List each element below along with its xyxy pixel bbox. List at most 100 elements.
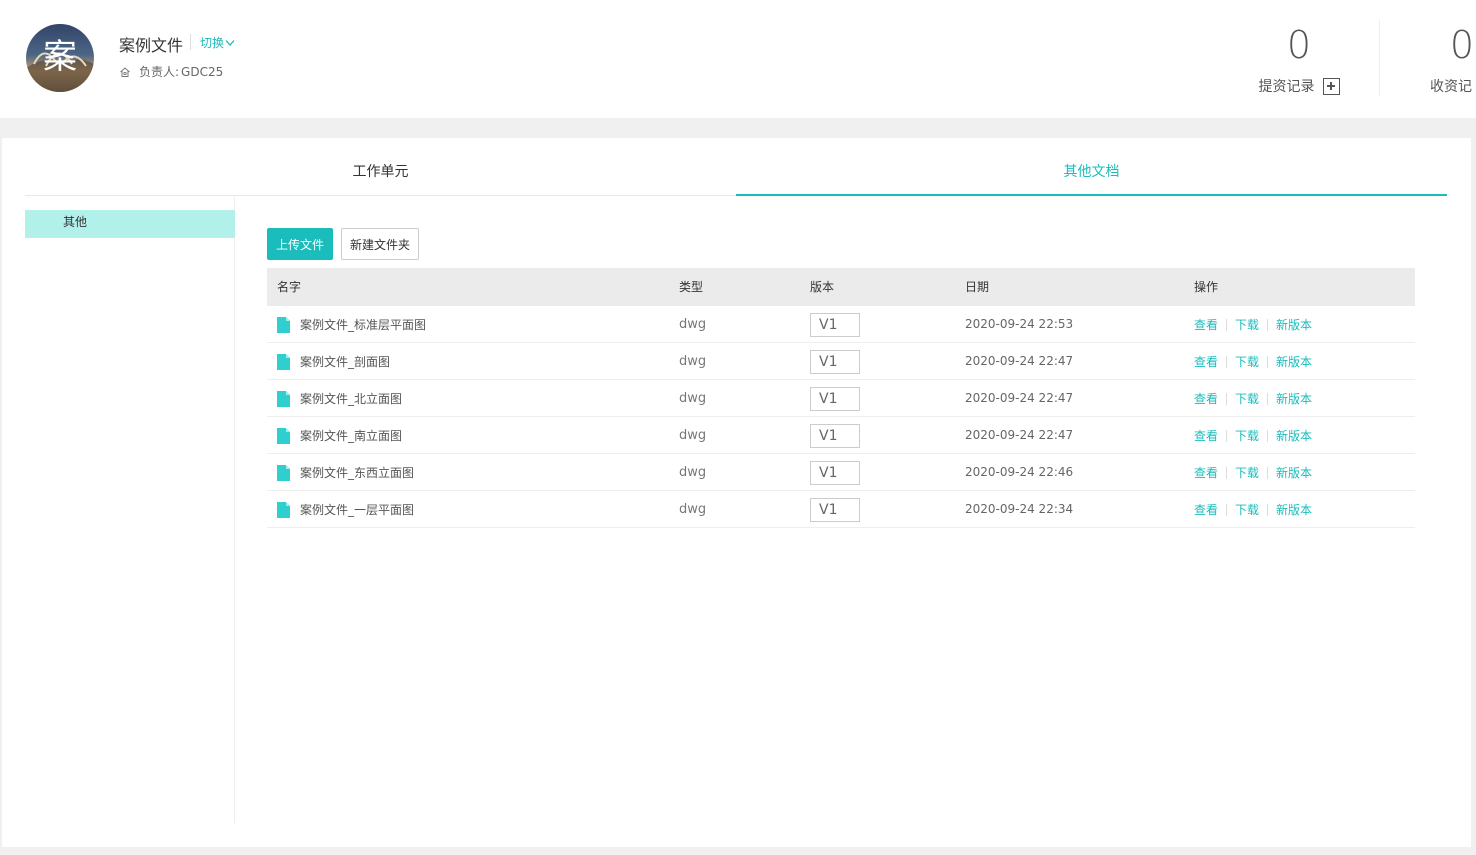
table-row: 案例文件_东西立面图 dwg V1 2020-09-24 22:46 查看 下载… [267,454,1415,491]
column-header-version: 版本 [810,280,835,294]
table-row: 案例文件_标准层平面图 dwg V1 2020-09-24 22:53 查看 下… [267,306,1415,343]
sidebar-item-other[interactable]: 其他 [25,210,235,238]
action-divider [1267,429,1269,442]
stat-receive-count: 0 [1449,23,1474,67]
view-link[interactable]: 查看 [1194,464,1218,481]
version-select[interactable]: V1 [810,387,860,411]
stat-divider [1379,20,1380,96]
file-date: 2020-09-24 22:47 [965,391,1074,405]
new-version-link[interactable]: 新版本 [1276,501,1312,518]
file-icon [277,390,290,407]
column-header-type: 类型 [679,280,704,294]
download-link[interactable]: 下载 [1235,427,1259,444]
view-link[interactable]: 查看 [1194,427,1218,444]
new-version-link[interactable]: 新版本 [1276,316,1312,333]
new-version-link[interactable]: 新版本 [1276,353,1312,370]
action-divider [1226,466,1228,479]
action-divider [1267,466,1269,479]
download-link[interactable]: 下载 [1235,501,1259,518]
table-header: 名字 类型 版本 日期 操作 [267,268,1415,306]
switch-label: 切换 [200,36,225,50]
file-name-cell[interactable]: 案例文件_一层平面图 [277,491,414,528]
file-type: dwg [679,428,707,443]
row-actions: 查看 下载 新版本 [1194,454,1312,491]
new-version-link[interactable]: 新版本 [1276,390,1312,407]
avatar-char: 案 [43,37,77,77]
row-actions: 查看 下载 新版本 [1194,491,1312,528]
name-divider [190,34,191,50]
file-name: 案例文件_北立面图 [300,392,403,406]
column-header-date: 日期 [965,280,990,294]
file-date: 2020-09-24 22:53 [965,317,1074,331]
file-type: dwg [679,354,707,369]
file-table: 名字 类型 版本 日期 操作 案例文件_标准层平面图 dwg V1 2020-0… [267,268,1415,528]
tab-other-docs[interactable]: 其他文档 [736,138,1447,196]
action-divider [1267,318,1269,331]
tab-work-units[interactable]: 工作单元 [25,138,736,196]
download-link[interactable]: 下载 [1235,316,1259,333]
new-version-link[interactable]: 新版本 [1276,464,1312,481]
action-divider [1267,503,1269,516]
table-body: 案例文件_标准层平面图 dwg V1 2020-09-24 22:53 查看 下… [267,306,1415,528]
action-divider [1226,318,1228,331]
download-link[interactable]: 下载 [1235,353,1259,370]
version-select[interactable]: V1 [810,350,860,374]
action-divider [1226,429,1228,442]
new-folder-button[interactable]: 新建文件夹 [341,228,419,260]
column-header-name: 名字 [277,280,302,294]
new-version-link[interactable]: 新版本 [1276,427,1312,444]
file-icon [277,427,290,444]
plus-box-icon[interactable] [1322,77,1340,95]
file-name-cell[interactable]: 案例文件_标准层平面图 [277,306,426,343]
file-name: 案例文件_标准层平面图 [300,318,427,332]
switch-project-link[interactable]: 切换 [200,34,235,51]
table-row: 案例文件_南立面图 dwg V1 2020-09-24 22:47 查看 下载 … [267,417,1415,454]
version-select[interactable]: V1 [810,313,860,337]
row-actions: 查看 下载 新版本 [1194,417,1312,454]
download-link[interactable]: 下载 [1235,464,1259,481]
stat-receive-label: 收资记 [1430,79,1472,95]
file-name: 案例文件_东西立面图 [300,466,415,480]
project-header: 案 案例文件 切换 负责人: GDC25 0 提资记录 0 收资记 [0,0,1476,118]
file-icon [277,316,290,333]
project-avatar: 案 [26,24,94,92]
file-name-cell[interactable]: 案例文件_南立面图 [277,417,402,454]
version-select[interactable]: V1 [810,461,860,485]
file-date: 2020-09-24 22:47 [965,354,1074,368]
file-icon [277,501,290,518]
owner-label: 负责人: [139,65,180,79]
version-select[interactable]: V1 [810,424,860,448]
view-link[interactable]: 查看 [1194,353,1218,370]
download-link[interactable]: 下载 [1235,390,1259,407]
stat-submit-records: 0 提资记录 [1255,20,1343,96]
table-row: 案例文件_北立面图 dwg V1 2020-09-24 22:47 查看 下载 … [267,380,1415,417]
file-name-cell[interactable]: 案例文件_东西立面图 [277,454,414,491]
file-date: 2020-09-24 22:47 [965,428,1074,442]
view-link[interactable]: 查看 [1194,501,1218,518]
column-header-actions: 操作 [1194,280,1219,294]
action-divider [1267,392,1269,405]
stat-submit-count: 0 [1286,23,1312,67]
file-name: 案例文件_剖面图 [300,355,391,369]
active-tab-indicator [736,194,1447,196]
file-type: dwg [679,317,707,332]
action-divider [1226,355,1228,368]
file-name-cell[interactable]: 案例文件_剖面图 [277,343,390,380]
file-name-cell[interactable]: 案例文件_北立面图 [277,380,402,417]
row-actions: 查看 下载 新版本 [1194,306,1312,343]
main-panel: 工作单元 其他文档 其他 上传文件 新建文件夹 名字 类型 版本 日期 操作 案… [2,138,1471,847]
upload-file-button[interactable]: 上传文件 [267,228,333,260]
sidebar: 其他 [25,196,235,823]
view-link[interactable]: 查看 [1194,316,1218,333]
version-select[interactable]: V1 [810,498,860,522]
file-type: dwg [679,465,707,480]
file-type: dwg [679,391,707,406]
file-name: 案例文件_一层平面图 [300,503,415,517]
file-icon [277,464,290,481]
view-link[interactable]: 查看 [1194,390,1218,407]
row-actions: 查看 下载 新版本 [1194,343,1312,380]
owner-value: GDC25 [181,64,224,79]
home-icon [120,66,130,77]
stat-receive-records: 0 收资记 [1430,20,1476,96]
stat-submit-label: 提资记录 [1258,79,1315,95]
